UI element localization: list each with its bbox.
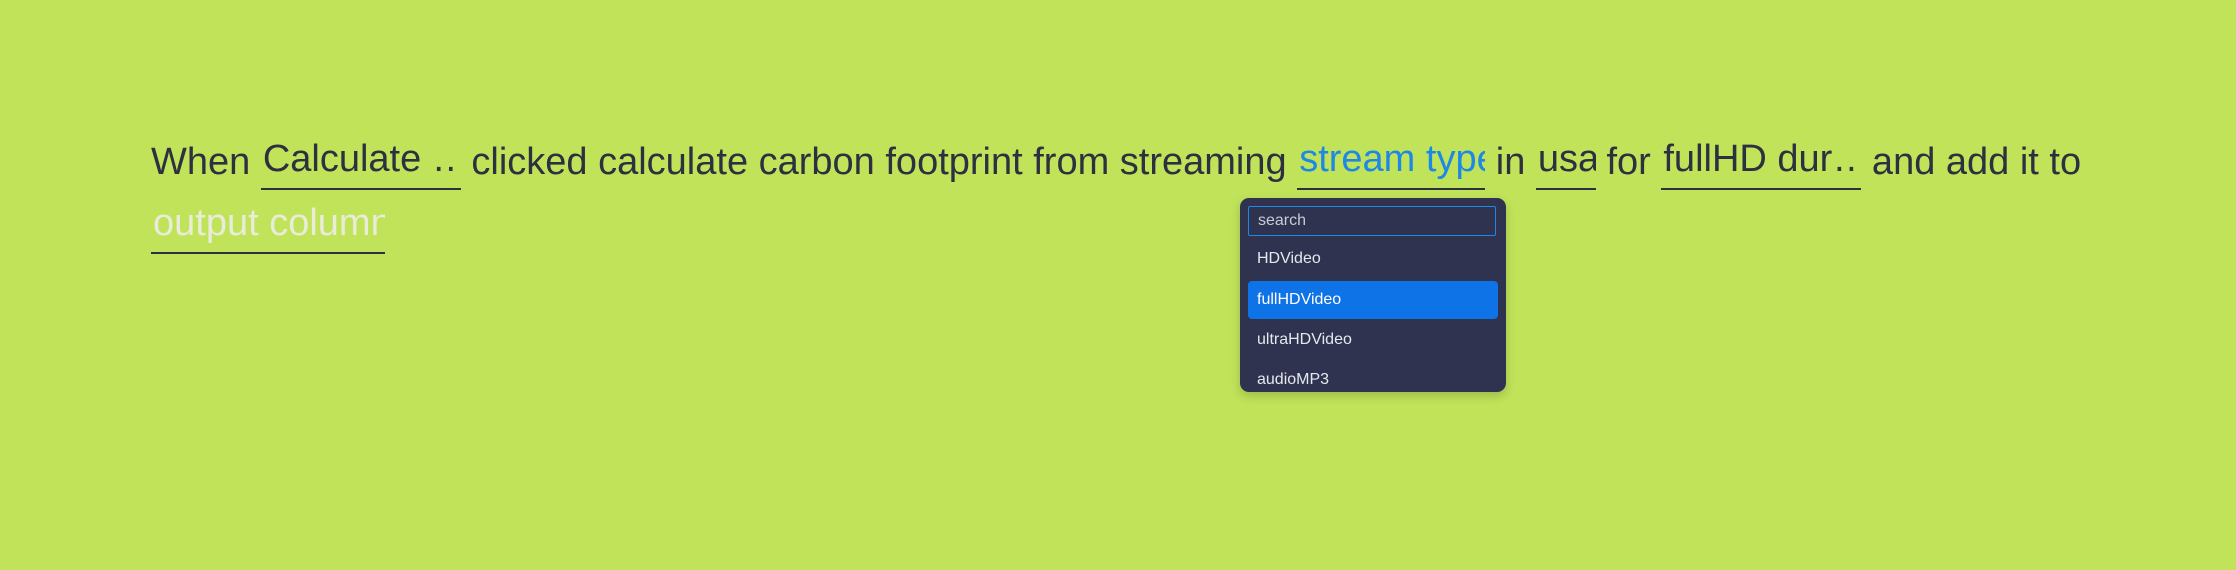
dropdown-option-selected[interactable]: fullHDVideo (1248, 281, 1498, 319)
country-slot[interactable]: usa (1535, 130, 1596, 190)
formula-sentence: When Calculate … clicked calculate carbo… (151, 130, 2111, 258)
clicked-text: clicked calculate carbon footprint from … (460, 141, 1298, 183)
duration-column-slot[interactable]: fullHD dur… (1661, 130, 1862, 190)
dropdown-option[interactable]: audioMP3 (1248, 361, 1498, 392)
stream-type-slot[interactable]: stream type (1297, 130, 1486, 190)
trigger-column-slot[interactable]: Calculate … (260, 130, 461, 190)
in-text: in (1485, 141, 1536, 183)
for-text: for (1595, 141, 1662, 183)
dropdown-option[interactable]: HDVideo (1248, 240, 1498, 278)
add-text: and add it to (1861, 141, 2092, 183)
output-column-slot[interactable]: output column (151, 194, 385, 254)
dropdown-search-input[interactable]: search (1248, 206, 1496, 236)
when-text: When (151, 141, 261, 183)
dropdown-option[interactable]: ultraHDVideo (1248, 321, 1498, 359)
stream-type-dropdown: search HDVideo fullHDVideo ultraHDVideo … (1240, 198, 1506, 392)
